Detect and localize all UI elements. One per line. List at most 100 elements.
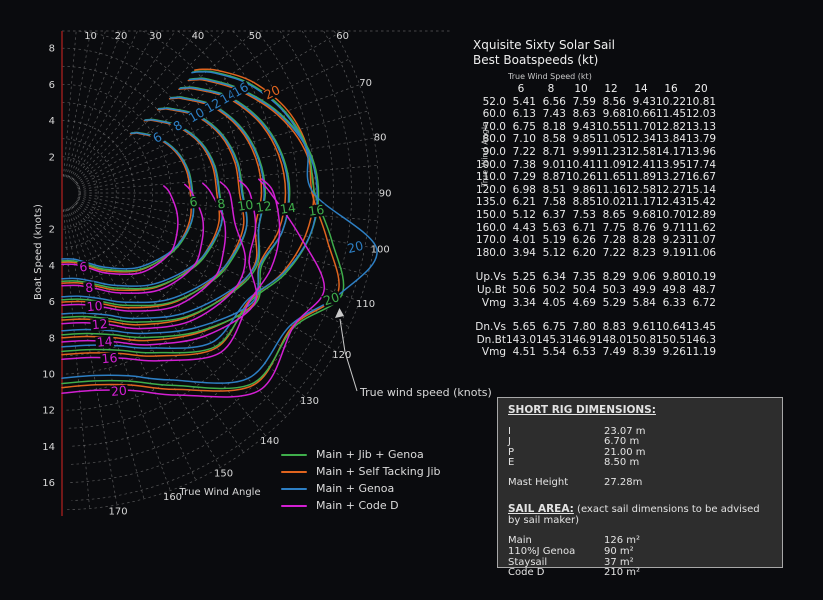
table-cell: 13.96 bbox=[686, 146, 716, 158]
rig-dimension-rows: I23.07 mJ6.70 mP21.00 mE8.50 m bbox=[508, 427, 772, 468]
table-cell: 6.20 bbox=[566, 247, 596, 259]
table-cell: 148.0 bbox=[596, 334, 626, 346]
table-row: 100.07.389.0110.4111.0912.4113.9517.74 bbox=[462, 159, 716, 172]
legend-label: Main + Jib + Genoa bbox=[316, 448, 424, 461]
table-cell: 15.14 bbox=[686, 184, 716, 196]
legend-item: Main + Genoa bbox=[281, 480, 441, 497]
table-cell: 8.28 bbox=[626, 234, 656, 246]
table-row: Up.Bt50.650.250.450.349.949.848.7 bbox=[462, 284, 716, 297]
svg-text:60: 60 bbox=[336, 31, 349, 42]
table-row: 160.04.435.636.717.758.769.7111.62 bbox=[462, 222, 716, 235]
svg-text:10: 10 bbox=[86, 298, 103, 314]
curve-label-orange-20: 20 bbox=[261, 82, 284, 103]
table-cell: 6.75 bbox=[536, 321, 566, 333]
table-cell: 12.27 bbox=[656, 184, 686, 196]
row-label: 150.0 bbox=[462, 209, 506, 221]
rig-dimensions-box: SHORT RIG DIMENSIONS: I23.07 mJ6.70 mP21… bbox=[497, 397, 783, 568]
table-cell: 9.19 bbox=[656, 247, 686, 259]
svg-text:14: 14 bbox=[96, 333, 113, 349]
svg-text:16: 16 bbox=[307, 202, 325, 219]
table-cell: 13.45 bbox=[686, 321, 716, 333]
table-cell: 12.43 bbox=[656, 196, 686, 208]
row-label: Dn.Bt bbox=[462, 334, 506, 346]
table-row: 110.07.298.8710.2611.6511.8913.2716.67 bbox=[462, 171, 716, 184]
svg-text:6: 6 bbox=[79, 259, 88, 275]
annotation-arrowhead bbox=[335, 308, 344, 318]
table-cell: 17.74 bbox=[686, 159, 716, 171]
table-cell: 13.27 bbox=[656, 171, 686, 183]
svg-text:4: 4 bbox=[49, 116, 55, 127]
svg-text:20: 20 bbox=[110, 383, 127, 399]
table-cell: 4.05 bbox=[536, 297, 566, 309]
curve-label-magenta-12: 12 bbox=[90, 316, 109, 333]
table-cell: 11.62 bbox=[686, 222, 716, 234]
table-row: 70.06.758.189.4310.5511.7012.8213.13 bbox=[462, 121, 716, 134]
rig-row-label: P bbox=[508, 448, 604, 458]
svg-text:2: 2 bbox=[49, 225, 55, 236]
curve-label-green-10: 10 bbox=[235, 197, 255, 214]
svg-text:90: 90 bbox=[379, 189, 392, 200]
table-row: 60.06.137.438.639.6810.6611.4512.03 bbox=[462, 108, 716, 121]
table-row-axis-label: True Wind Angle bbox=[481, 110, 490, 200]
svg-text:30: 30 bbox=[149, 31, 162, 42]
table-cell: 8.83 bbox=[596, 321, 626, 333]
svg-text:Boat Speed (knots): Boat Speed (knots) bbox=[33, 204, 44, 300]
svg-text:130: 130 bbox=[300, 396, 319, 407]
table-cell: 11.23 bbox=[596, 146, 626, 158]
table-cell: 10.02 bbox=[596, 196, 626, 208]
svg-text:120: 120 bbox=[332, 350, 351, 361]
table-cell: 6.33 bbox=[656, 297, 686, 309]
table-cell: 50.4 bbox=[566, 284, 596, 296]
table-cell: 10.64 bbox=[656, 321, 686, 333]
mast-height-label: Mast Height bbox=[508, 478, 604, 488]
table-cell: 11.65 bbox=[596, 171, 626, 183]
row-label: Vmg bbox=[462, 346, 506, 358]
legend-item: Main + Self Tacking Jib bbox=[281, 463, 441, 480]
table-cell: 5.19 bbox=[536, 234, 566, 246]
table-row: 180.03.945.126.207.228.239.1911.06 bbox=[462, 247, 716, 260]
table-cell: 50.6 bbox=[506, 284, 536, 296]
table-row: Dn.Vs5.656.757.808.839.6110.6413.45 bbox=[462, 321, 716, 334]
rig-row: Staysail37 m² bbox=[508, 558, 772, 569]
table-cell: 146.9 bbox=[566, 334, 596, 346]
table-cell: 6.26 bbox=[566, 234, 596, 246]
table-cell: 11.45 bbox=[656, 108, 686, 120]
table-cell: 16 bbox=[656, 83, 686, 95]
svg-text:6: 6 bbox=[49, 80, 55, 91]
table-row: 120.06.988.519.8611.1612.5812.2715.14 bbox=[462, 184, 716, 197]
table-subtitle: Best Boatspeeds (kt) bbox=[473, 53, 716, 68]
legend-label: Main + Genoa bbox=[316, 482, 394, 495]
curve-label-magenta-10: 10 bbox=[85, 298, 104, 315]
table-cell: 10.19 bbox=[686, 271, 716, 283]
table-cell: 5.41 bbox=[506, 96, 536, 108]
table-row: Vmg4.515.546.537.498.399.2611.19 bbox=[462, 346, 716, 359]
curve-label-green-8: 8 bbox=[215, 195, 228, 211]
table-cell: 8.51 bbox=[536, 184, 566, 196]
curve-label-magenta-6: 6 bbox=[77, 259, 89, 275]
table-cell: 10.70 bbox=[656, 209, 686, 221]
table-cell: 8.71 bbox=[536, 146, 566, 158]
svg-text:16: 16 bbox=[42, 478, 55, 489]
boatspeed-table: Xquisite Sixty Solar Sail Best Boatspeed… bbox=[462, 38, 716, 359]
curve-label-magenta-14: 14 bbox=[95, 333, 114, 350]
svg-text:12: 12 bbox=[42, 406, 55, 417]
legend-label: Main + Self Tacking Jib bbox=[316, 465, 441, 478]
rig-row-label: J bbox=[508, 437, 604, 447]
table-cell: 13.84 bbox=[656, 133, 686, 145]
table-cell: 3.94 bbox=[506, 247, 536, 259]
table-cell: 12.58 bbox=[626, 184, 656, 196]
table-cell: 10.81 bbox=[686, 96, 716, 108]
table-row: 90.07.228.719.9911.2312.5814.1713.96 bbox=[462, 146, 716, 159]
row-label: Dn.Vs bbox=[462, 321, 506, 333]
table-row: 135.06.217.588.8510.0211.1712.4315.42 bbox=[462, 196, 716, 209]
table-cell: 146.3 bbox=[686, 334, 716, 346]
rig-row: I23.07 m bbox=[508, 427, 772, 437]
svg-text:14: 14 bbox=[279, 200, 297, 217]
sail-area-title: SAIL AREA: bbox=[508, 503, 574, 515]
svg-text:12: 12 bbox=[255, 198, 273, 215]
table-cell: 6.72 bbox=[686, 297, 716, 309]
curve-label-blue-20: 20 bbox=[345, 237, 366, 256]
svg-text:40: 40 bbox=[192, 31, 205, 42]
table-cell: 6.21 bbox=[506, 196, 536, 208]
table-header-row: 681012141620 bbox=[462, 83, 716, 96]
